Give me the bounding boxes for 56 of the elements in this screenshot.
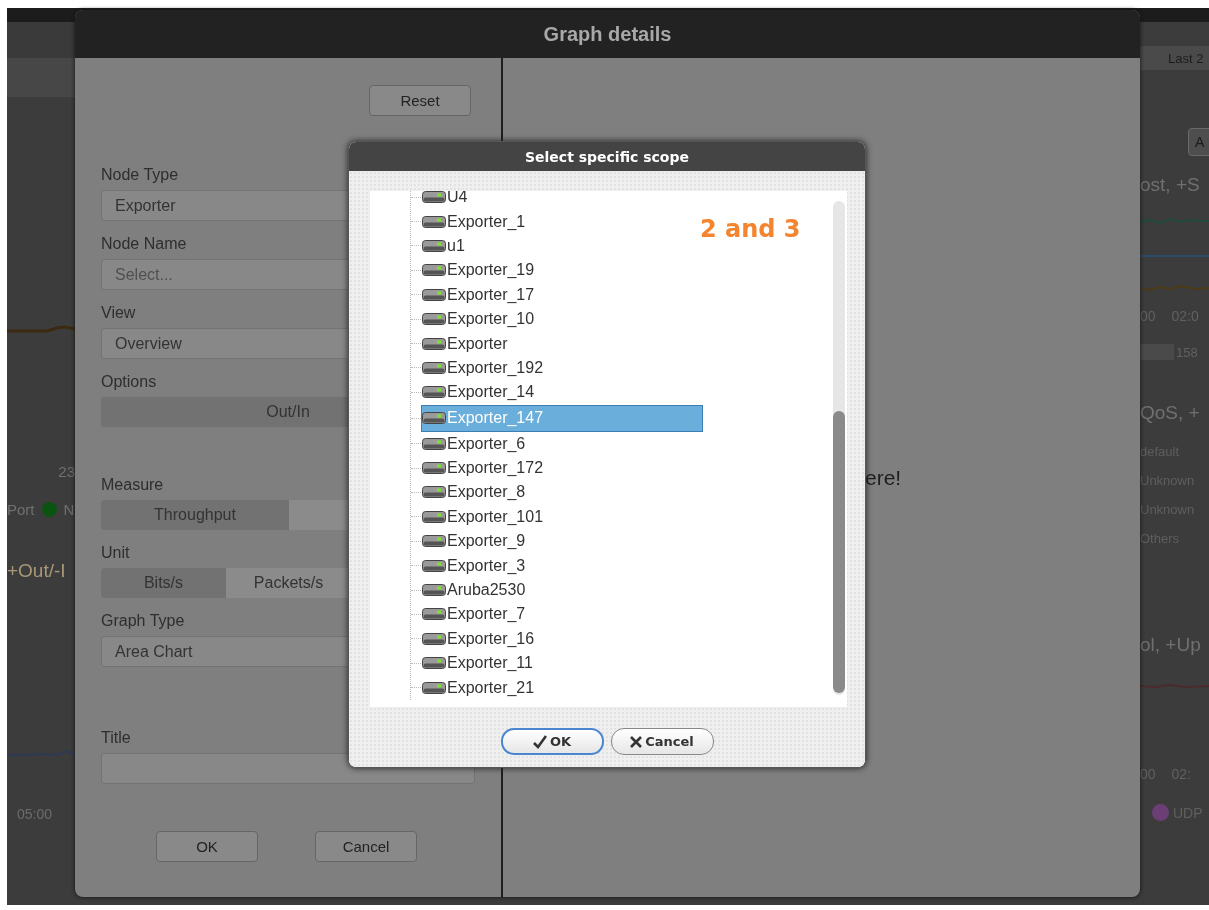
network-device-icon bbox=[422, 386, 446, 399]
tree-item[interactable]: Exporter_21 bbox=[421, 675, 703, 700]
network-device-icon bbox=[422, 361, 446, 374]
line-chart-drawing bbox=[1140, 683, 1209, 689]
tree-item[interactable]: Exporter_3 bbox=[421, 553, 703, 578]
network-device-icon bbox=[422, 632, 446, 645]
ok-button[interactable]: OK bbox=[156, 831, 258, 862]
field-label: Title bbox=[101, 729, 131, 748]
tree-item[interactable]: Exporter_6 bbox=[421, 431, 703, 456]
network-device-icon bbox=[422, 462, 446, 475]
checkmark-icon bbox=[532, 734, 547, 749]
ok-button[interactable]: OK bbox=[500, 728, 604, 755]
bar-drawing bbox=[1140, 344, 1174, 360]
network-device-icon bbox=[422, 535, 446, 548]
tree-item[interactable]: u1 bbox=[421, 233, 703, 258]
network-device-icon bbox=[422, 264, 446, 277]
network-device-icon bbox=[422, 608, 446, 621]
field-label: Node Type bbox=[101, 166, 179, 185]
network-device-icon bbox=[422, 337, 446, 350]
field-label: Options bbox=[101, 373, 157, 392]
network-device-icon bbox=[422, 657, 446, 670]
preview-message: ere! bbox=[865, 466, 902, 490]
tree-item[interactable]: Exporter_7 bbox=[421, 602, 703, 627]
network-device-icon bbox=[422, 412, 446, 424]
line-chart-drawing bbox=[7, 749, 75, 757]
dialog-title: Graph details bbox=[543, 22, 672, 46]
tree-item[interactable]: Aruba2530 bbox=[421, 578, 703, 603]
network-device-icon bbox=[422, 313, 446, 326]
tree-item[interactable]: Exporter_8 bbox=[421, 480, 703, 505]
network-device-icon bbox=[422, 288, 446, 301]
dialog-title: Select specific scope bbox=[525, 148, 689, 165]
close-icon bbox=[630, 735, 643, 748]
network-device-icon bbox=[422, 191, 446, 204]
network-device-icon bbox=[422, 510, 446, 523]
network-device-icon bbox=[422, 559, 446, 572]
chart-title: +Out/-I bbox=[7, 560, 67, 583]
line-chart-drawing bbox=[7, 325, 75, 333]
tree-item[interactable]: Exporter_101 bbox=[421, 504, 703, 529]
network-device-icon bbox=[422, 681, 446, 694]
network-device-icon bbox=[422, 486, 446, 499]
network-device-icon bbox=[422, 584, 446, 597]
tree-item[interactable]: Exporter_172 bbox=[421, 456, 703, 481]
field-label: Graph Type bbox=[101, 612, 185, 631]
field-label: View bbox=[101, 304, 136, 323]
field-label: Node Name bbox=[101, 235, 187, 254]
field-label: Unit bbox=[101, 544, 130, 563]
annotation-text: 2 and 3 bbox=[700, 215, 801, 243]
scrollbar[interactable] bbox=[833, 201, 845, 695]
network-device-icon bbox=[422, 215, 446, 228]
network-device-icon bbox=[422, 239, 446, 252]
network-device-icon bbox=[422, 437, 446, 450]
field-label: Measure bbox=[101, 476, 164, 495]
tree-item[interactable]: Exporter_9 bbox=[421, 529, 703, 554]
cancel-button[interactable]: Cancel bbox=[315, 831, 417, 862]
cancel-button[interactable]: Cancel bbox=[610, 728, 714, 755]
reset-button[interactable]: Reset bbox=[369, 85, 471, 116]
